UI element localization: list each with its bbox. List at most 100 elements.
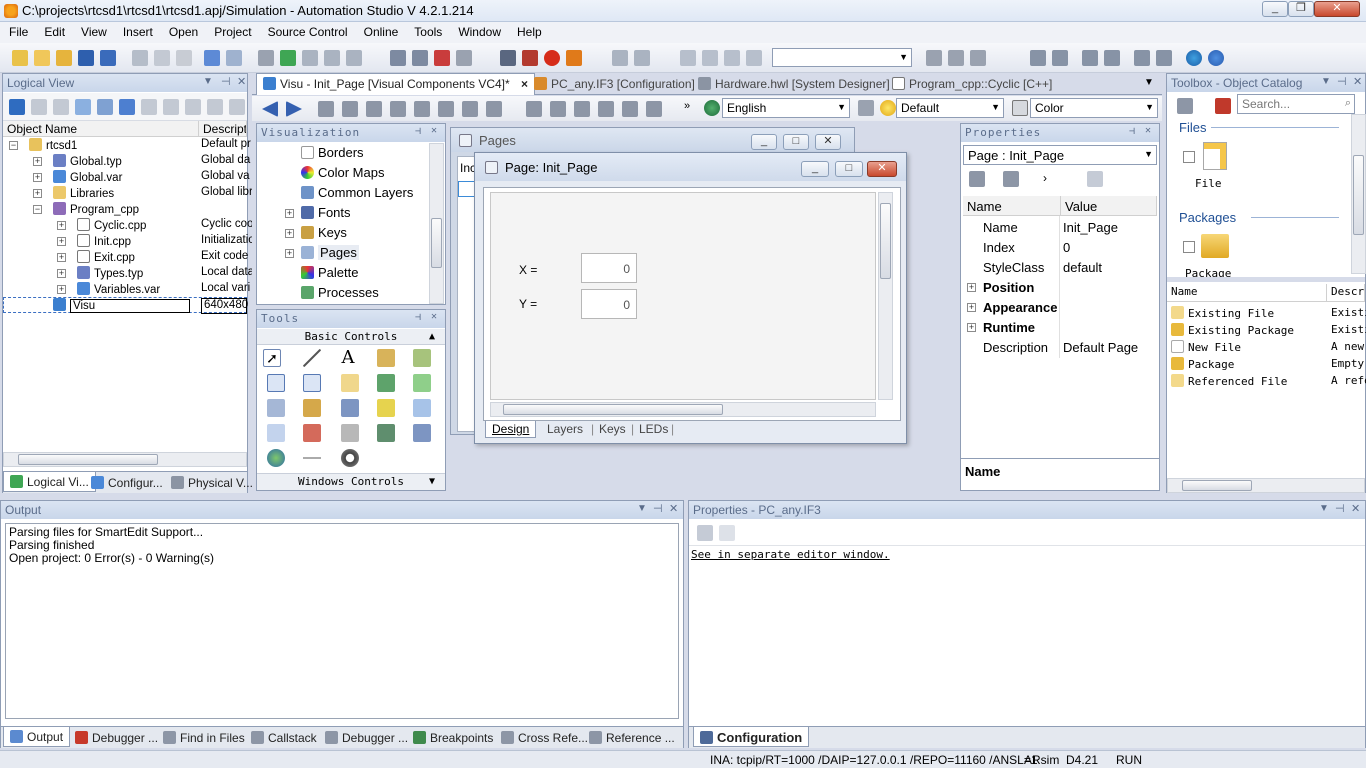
tree-item-visu[interactable]: Visu (53, 298, 190, 314)
separate-editor-link[interactable]: See in separate editor window. (691, 548, 890, 561)
tree-item-variables-var[interactable]: Variables.var (77, 282, 160, 298)
tree-item-cyclic-cpp[interactable]: Cyclic.cpp (77, 218, 146, 234)
clear-filter-icon[interactable] (1215, 98, 1231, 114)
vis-item-borders[interactable]: Borders (301, 145, 364, 161)
prop-row-description[interactable]: Description Default Page (961, 338, 1159, 358)
pages-maximize-button[interactable]: □ (783, 134, 809, 150)
close-button[interactable]: ✕ (1314, 1, 1360, 17)
line-tool-icon[interactable] (303, 349, 321, 367)
space-v-icon[interactable] (550, 101, 566, 117)
close-panel-icon[interactable]: ✕ (431, 311, 438, 322)
bookmark-next-icon[interactable] (746, 50, 762, 66)
bar-tool-icon[interactable] (413, 374, 431, 392)
file-icon[interactable] (1203, 142, 1227, 170)
scroll-thumb[interactable] (431, 218, 442, 268)
expander[interactable]: + (33, 189, 42, 198)
numeric-tool-icon[interactable] (267, 374, 285, 392)
text-tool-icon[interactable]: A (339, 347, 357, 368)
expander[interactable]: − (33, 205, 42, 214)
tab-cross-reference[interactable]: Cross Refe... (495, 728, 594, 748)
arrow-left-icon[interactable] (1134, 50, 1150, 66)
prop-row-index[interactable]: Index 0 (961, 238, 1159, 258)
basic-controls-header[interactable]: Basic Controls ▲ (257, 329, 445, 345)
x-value-field[interactable]: 0 (581, 253, 637, 283)
tab-configuration[interactable]: Configuration (693, 727, 810, 747)
align-center-icon[interactable] (342, 101, 358, 117)
pin-icon[interactable]: ⊣ (653, 502, 663, 515)
categorized-icon[interactable] (969, 171, 985, 187)
expand-all-icon[interactable] (697, 525, 713, 541)
vis-item-keys[interactable]: Keys (301, 225, 347, 241)
language-select[interactable]: English ▼ (722, 98, 850, 118)
string-tool-icon[interactable] (303, 374, 321, 392)
menu-source-control[interactable]: Source Control (259, 22, 355, 43)
expand-icon[interactable]: ▼ (429, 474, 435, 489)
prop-value[interactable]: Init_Page (1063, 220, 1118, 235)
vis-item-common-layers[interactable]: Common Layers (301, 185, 413, 201)
editor-tab-pc-any[interactable]: PC_any.IF3 [Configuration] (528, 74, 701, 94)
tab-list-icon[interactable]: ▼ (1144, 77, 1154, 88)
design-vertical-scrollbar[interactable] (878, 192, 893, 400)
panel-menu-icon[interactable]: ▼ (1319, 503, 1329, 514)
collapse-all-icon[interactable] (719, 525, 735, 541)
pin-icon[interactable]: ⊣ (415, 126, 422, 137)
tab-configuration-view[interactable]: Configur... (85, 473, 169, 493)
align-top-icon[interactable] (390, 101, 406, 117)
color-icon[interactable] (1012, 100, 1028, 116)
trend-tool-icon[interactable] (267, 424, 285, 442)
gauge-tool-icon[interactable] (341, 449, 359, 467)
list-icon[interactable] (53, 99, 69, 115)
editor-tab-hardware[interactable]: Hardware.hwl [System Designer] (692, 74, 896, 94)
design-horizontal-scrollbar[interactable] (490, 402, 876, 417)
center-v-icon[interactable] (598, 101, 614, 117)
save-all-icon[interactable] (100, 50, 116, 66)
back-icon[interactable] (262, 101, 278, 117)
expander[interactable]: + (33, 157, 42, 166)
expander[interactable]: + (33, 173, 42, 182)
prop-value[interactable]: default (1063, 260, 1102, 275)
monitor-icon[interactable] (566, 50, 582, 66)
view-mode-icon[interactable] (1177, 98, 1193, 114)
window-icon[interactable] (324, 50, 340, 66)
sort-asc-icon[interactable] (1030, 50, 1046, 66)
expander[interactable]: + (285, 209, 294, 218)
tab-leds[interactable]: LEDs (639, 422, 668, 436)
image-tool-icon[interactable] (267, 449, 285, 467)
menu-online[interactable]: Online (355, 22, 406, 43)
move-up-icon[interactable] (1082, 50, 1098, 66)
bring-front-icon[interactable] (622, 101, 638, 117)
x-label[interactable]: X = (519, 263, 537, 277)
textbox-tool-icon[interactable] (413, 349, 431, 367)
listbox-tool-icon[interactable] (341, 399, 359, 417)
step-icon[interactable] (634, 50, 650, 66)
events-icon[interactable]: › (1043, 171, 1047, 185)
properties-icon[interactable] (302, 50, 318, 66)
hotspot-tool-icon[interactable] (267, 399, 285, 417)
file-item-label[interactable]: File (1195, 177, 1222, 190)
search-icon[interactable] (500, 50, 516, 66)
catalog-row-existing-file[interactable]: Existing File (1171, 306, 1274, 320)
table-tool-icon[interactable] (413, 424, 431, 442)
menu-file[interactable]: File (0, 22, 35, 43)
unlink-icon[interactable] (185, 99, 201, 115)
expander[interactable]: + (57, 237, 66, 246)
shape-tool-icon[interactable] (377, 349, 395, 367)
build-icon[interactable] (390, 50, 406, 66)
bulb-icon[interactable] (880, 100, 896, 116)
toolbox-horizontal-scrollbar[interactable] (1167, 478, 1365, 493)
tab-layers[interactable]: Layers (547, 422, 583, 436)
page-maximize-button[interactable]: □ (835, 161, 863, 177)
pin-icon[interactable]: ⊣ (1337, 75, 1347, 88)
pen-tool-icon[interactable] (341, 424, 359, 442)
online-icon[interactable] (522, 50, 538, 66)
menu-open[interactable]: Open (160, 22, 205, 43)
grid-icon[interactable] (31, 99, 47, 115)
slider-tool-icon[interactable] (303, 424, 321, 442)
space-h-icon[interactable] (526, 101, 542, 117)
prop-row-styleclass[interactable]: StyleClass default (961, 258, 1159, 278)
package-folder-icon[interactable] (1201, 234, 1229, 258)
align-bottom-icon[interactable] (438, 101, 454, 117)
expander[interactable]: + (57, 269, 66, 278)
open-project-icon[interactable] (34, 50, 50, 66)
overflow-icon[interactable]: » (684, 100, 690, 112)
